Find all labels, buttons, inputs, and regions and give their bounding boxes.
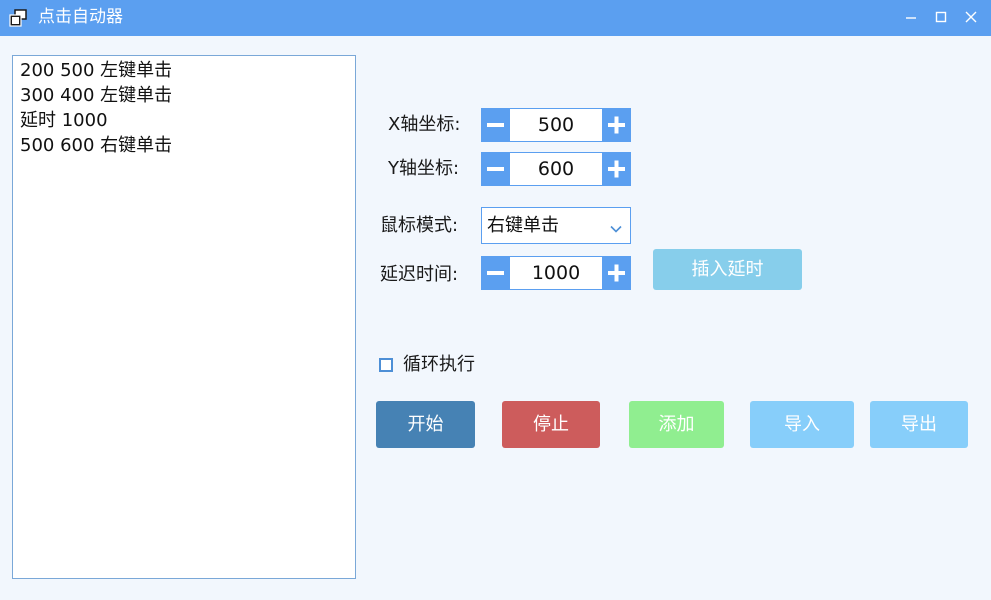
delay-increment-button[interactable] xyxy=(602,256,631,290)
x-coordinate-label: X轴坐标: xyxy=(388,114,461,135)
plus-icon xyxy=(608,116,625,134)
add-button[interactable]: 添加 xyxy=(629,401,724,448)
y-increment-button[interactable] xyxy=(602,152,631,186)
export-button[interactable]: 导出 xyxy=(870,401,968,448)
plus-icon xyxy=(608,160,625,178)
y-decrement-button[interactable] xyxy=(481,152,510,186)
loop-checkbox[interactable] xyxy=(379,358,393,372)
y-coordinate-input[interactable]: 600 xyxy=(510,153,602,185)
delay-time-label: 延迟时间: xyxy=(380,264,459,285)
app-windows-icon xyxy=(8,8,28,28)
window-title: 点击自动器 xyxy=(38,7,123,27)
chevron-down-icon xyxy=(610,220,622,233)
delay-time-input[interactable]: 1000 xyxy=(510,257,602,289)
list-item[interactable]: 延时 1000 xyxy=(20,108,348,133)
title-bar: 点击自动器 xyxy=(0,0,991,36)
close-icon[interactable] xyxy=(963,9,979,25)
minus-icon xyxy=(487,167,504,171)
x-coordinate-input[interactable]: 500 xyxy=(510,109,602,141)
minimize-icon[interactable] xyxy=(903,9,919,25)
insert-delay-button[interactable]: 插入延时 xyxy=(653,249,802,290)
x-coordinate-stepper: 500 xyxy=(481,108,631,142)
delay-decrement-button[interactable] xyxy=(481,256,510,290)
maximize-icon[interactable] xyxy=(933,9,949,25)
delay-time-stepper: 1000 xyxy=(481,256,631,290)
import-button[interactable]: 导入 xyxy=(750,401,854,448)
mouse-mode-label: 鼠标模式: xyxy=(380,215,459,236)
list-item[interactable]: 200 500 左键单击 xyxy=(20,58,348,83)
mouse-mode-value: 右键单击 xyxy=(487,215,559,236)
list-item[interactable]: 500 600 右键单击 xyxy=(20,133,348,158)
x-decrement-button[interactable] xyxy=(481,108,510,142)
minus-icon xyxy=(487,123,504,127)
y-coordinate-stepper: 600 xyxy=(481,152,631,186)
list-item[interactable]: 300 400 左键单击 xyxy=(20,83,348,108)
y-coordinate-label: Y轴坐标: xyxy=(388,158,460,179)
x-increment-button[interactable] xyxy=(602,108,631,142)
stop-button[interactable]: 停止 xyxy=(502,401,600,448)
plus-icon xyxy=(608,264,625,282)
mouse-mode-select[interactable]: 右键单击 xyxy=(481,207,631,244)
script-listbox[interactable]: 200 500 左键单击 300 400 左键单击 延时 1000 500 60… xyxy=(12,55,356,579)
loop-checkbox-label[interactable]: 循环执行 xyxy=(403,353,475,377)
start-button[interactable]: 开始 xyxy=(376,401,475,448)
minus-icon xyxy=(487,271,504,275)
